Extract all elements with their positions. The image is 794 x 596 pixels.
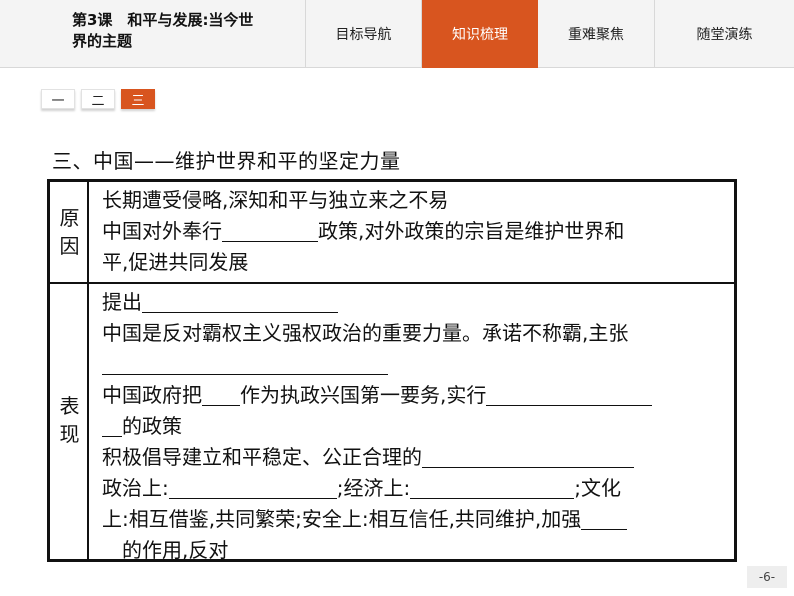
lesson-title-line1: 第3课 和平与发展:当今世 — [72, 11, 254, 29]
top-navigation-bar: 第3课 和平与发展:当今世 界的主题 目标导航 知识梳理 重难聚焦 随堂演练 — [0, 0, 794, 68]
fill-blank-oppose[interactable] — [228, 538, 325, 561]
perf-text-9a: 的作用,反对 — [122, 538, 229, 562]
tab-knowledge-review[interactable]: 知识梳理 — [422, 0, 538, 68]
fill-blank-priority[interactable] — [202, 383, 240, 406]
reason-line-3: 平,促进共同发展 — [102, 247, 732, 278]
tab-goal-navigation[interactable]: 目标导航 — [306, 0, 422, 68]
perf-text-4b: 作为执政兴国第一要务,实行 — [240, 383, 487, 407]
fill-blank-implement[interactable] — [486, 383, 653, 406]
reason-label-text: 原因 — [59, 206, 80, 258]
perf-text-5: 的政策 — [122, 414, 182, 438]
fill-blank-political[interactable] — [168, 476, 337, 499]
fill-blank-policy[interactable] — [222, 219, 318, 242]
reason-label: 原因 — [50, 204, 89, 260]
subtab-three[interactable]: 三 — [121, 89, 155, 109]
reason-text-3: 平,促进共同发展 — [102, 250, 249, 274]
performance-label: 表现 — [50, 392, 89, 448]
row-divider — [50, 282, 734, 284]
perf-line-9: 的作用,反对 — [102, 535, 732, 566]
fill-blank-strengthen[interactable] — [581, 507, 628, 530]
fill-blank-advocate[interactable] — [102, 352, 388, 375]
page-number: -6- — [747, 566, 787, 588]
perf-text-7c: ;文化 — [574, 476, 621, 500]
fill-blank-proposal[interactable] — [142, 290, 338, 313]
subtab-two[interactable]: 二 — [81, 89, 115, 109]
perf-line-7: 政治上: ;经济上: ;文化 — [102, 473, 732, 504]
lesson-title-line2: 界的主题 — [72, 32, 133, 50]
content-table: 原因 表现 长期遭受侵略,深知和平与独立来之不易 中国对外奉行 政策,对外政策的宗… — [47, 179, 737, 562]
perf-text-1: 提出 — [102, 290, 142, 314]
subsection-tabs: 一 二 三 — [41, 89, 161, 109]
reason-line-2: 中国对外奉行 政策,对外政策的宗旨是维护世界和 — [102, 216, 732, 247]
tab-key-difficulties[interactable]: 重难聚焦 — [538, 0, 655, 68]
perf-text-6: 积极倡导建立和平稳定、公正合理的 — [102, 445, 422, 469]
perf-line-4: 中国政府把 作为执政兴国第一要务,实行 — [102, 380, 732, 411]
reason-content: 长期遭受侵略,深知和平与独立来之不易 中国对外奉行 政策,对外政策的宗旨是维护世界… — [102, 185, 732, 278]
fill-blank-implement-cont[interactable] — [102, 414, 122, 437]
lesson-title: 第3课 和平与发展:当今世 界的主题 — [0, 0, 306, 68]
performance-label-text: 表现 — [59, 394, 80, 446]
reason-text-2b: 政策,对外政策的宗旨是维护世界和 — [318, 219, 625, 243]
reason-line-1: 长期遭受侵略,深知和平与独立来之不易 — [102, 185, 732, 216]
perf-line-1: 提出 — [102, 287, 732, 318]
section-heading: 三、中国——维护世界和平的坚定力量 — [52, 149, 401, 173]
fill-blank-economic[interactable] — [410, 476, 575, 499]
perf-line-2: 中国是反对霸权主义强权政治的重要力量。承诺不称霸,主张 — [102, 318, 732, 349]
perf-line-3 — [102, 349, 732, 380]
performance-content: 提出 中国是反对霸权主义强权政治的重要力量。承诺不称霸,主张 中国政府把 作为执政… — [102, 287, 732, 566]
fill-blank-strengthen-cont[interactable] — [102, 538, 122, 561]
reason-text-1: 长期遭受侵略,深知和平与独立来之不易 — [102, 188, 449, 212]
perf-text-2: 中国是反对霸权主义强权政治的重要力量。承诺不称霸,主张 — [102, 321, 629, 345]
perf-text-7a: 政治上: — [102, 476, 169, 500]
reason-text-2a: 中国对外奉行 — [102, 219, 222, 243]
perf-text-7b: ;经济上: — [336, 476, 411, 500]
perf-line-8: 上:相互借鉴,共同繁荣;安全上:相互信任,共同维护,加强 — [102, 504, 732, 535]
tab-in-class-practice[interactable]: 随堂演练 — [655, 0, 794, 68]
perf-line-5: 的政策 — [102, 411, 732, 442]
subtab-one[interactable]: 一 — [41, 89, 75, 109]
perf-text-8: 上:相互借鉴,共同繁荣;安全上:相互信任,共同维护,加强 — [102, 507, 582, 531]
fill-blank-order[interactable] — [422, 445, 634, 468]
perf-line-6: 积极倡导建立和平稳定、公正合理的 — [102, 442, 732, 473]
perf-text-4a: 中国政府把 — [102, 383, 202, 407]
